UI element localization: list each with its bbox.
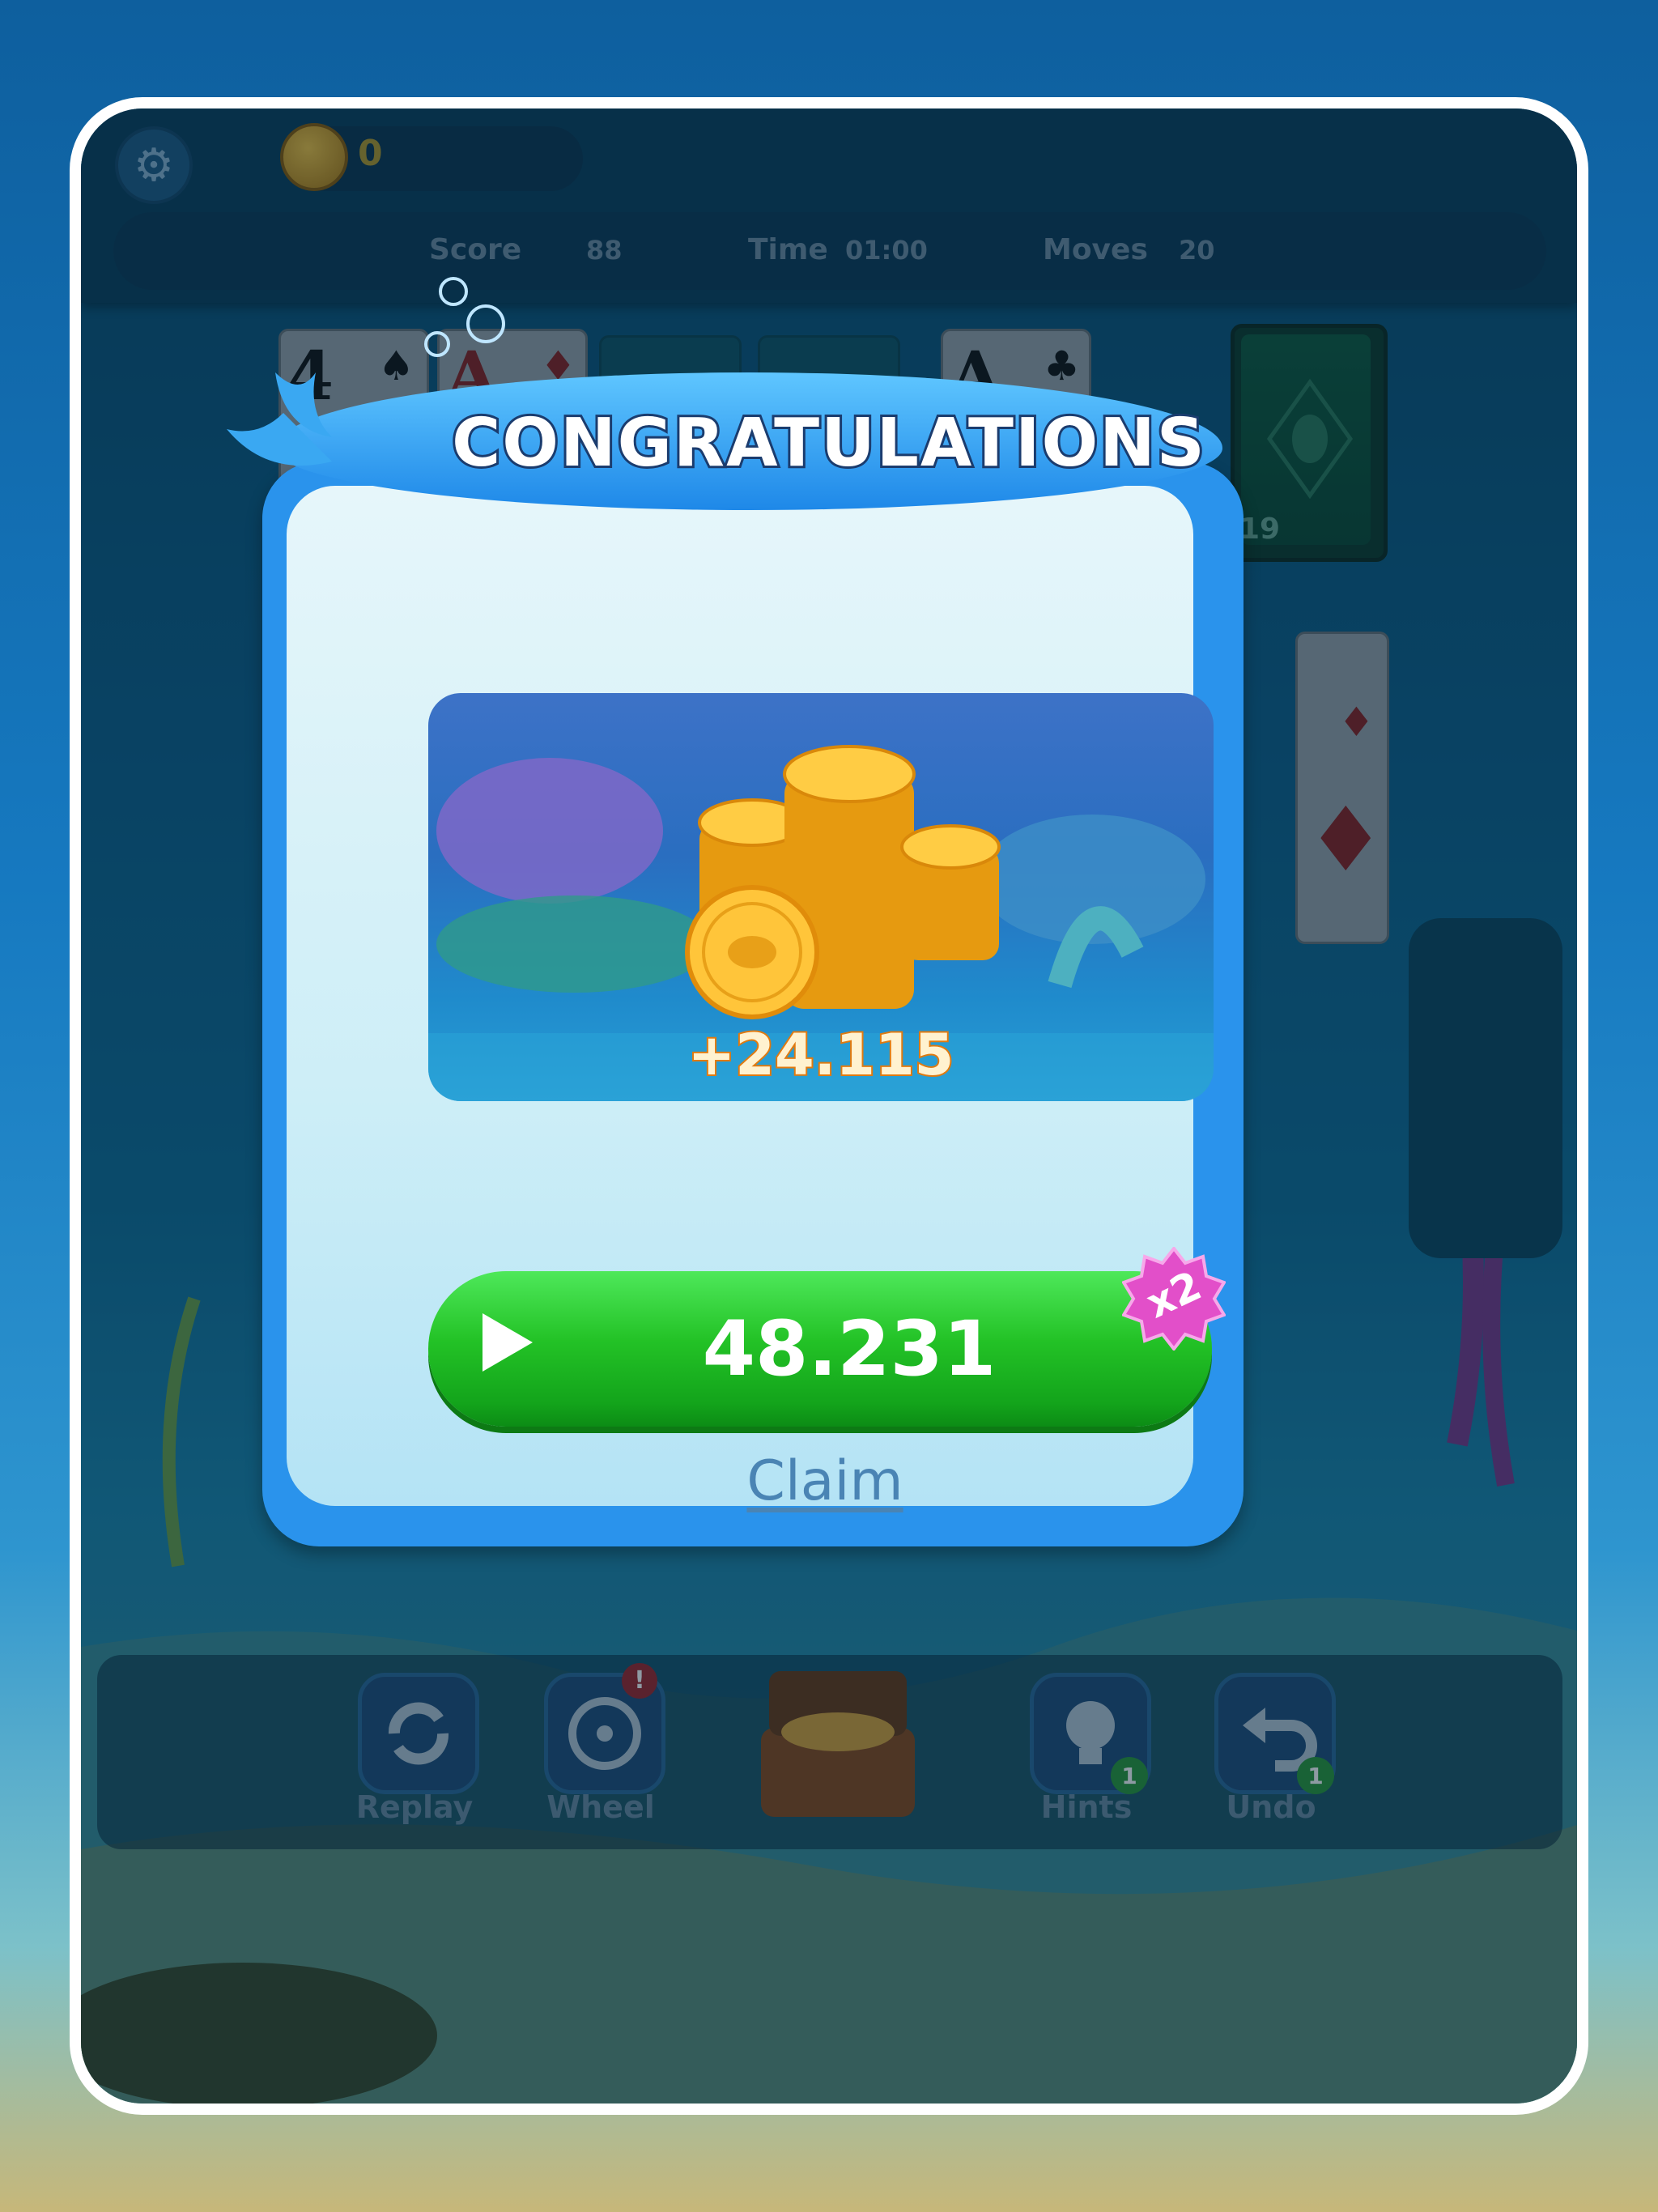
claim-link[interactable]: Claim [671,1449,979,1513]
multiplier-badge: x2 [1121,1245,1226,1352]
dialog-title: CONGRATULATIONS [449,402,1207,484]
reward-amount: +24.115 [687,1020,956,1090]
bubbles-icon [424,277,505,357]
double-reward-amount: 48.231 [702,1305,997,1393]
play-video-icon [483,1313,533,1372]
